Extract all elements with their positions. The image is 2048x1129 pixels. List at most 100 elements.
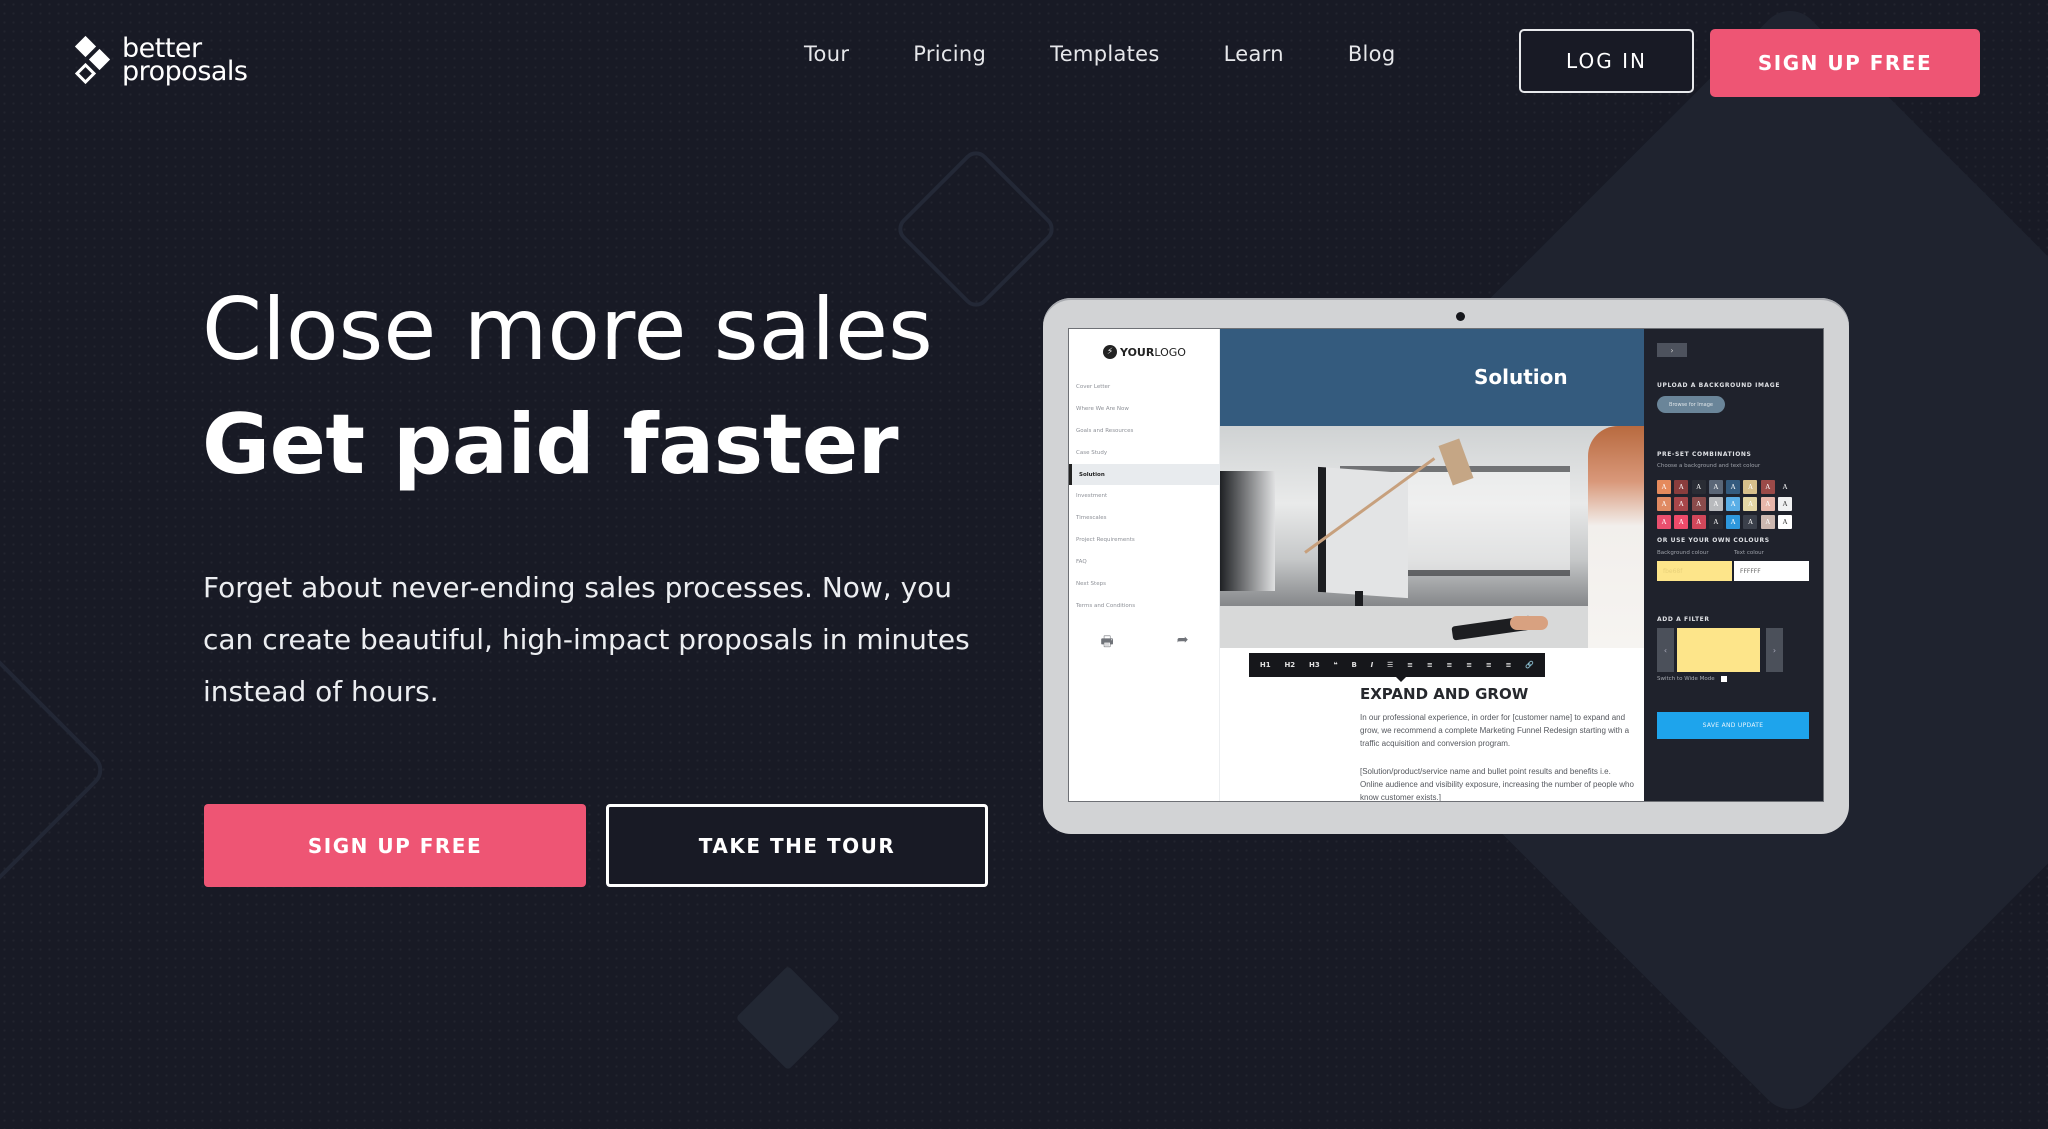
filter-preview[interactable] xyxy=(1677,628,1760,672)
brand-name: better proposals xyxy=(122,35,248,87)
nav-learn[interactable]: Learn xyxy=(1224,42,1284,66)
toolbar-align-right-icon[interactable]: ≡ xyxy=(1447,661,1453,669)
browse-image-button[interactable]: Browse for Image xyxy=(1657,396,1725,413)
preview-logo-light: LOGO xyxy=(1154,345,1186,359)
print-icon[interactable]: 🖶 xyxy=(1101,631,1114,655)
colour-swatch[interactable]: A xyxy=(1726,514,1741,529)
doc-line: [Solution/product/service name and bulle… xyxy=(1360,767,1611,776)
doc-paragraph-1: In our professional experience, in order… xyxy=(1360,711,1644,750)
brand-name-line2: proposals xyxy=(122,56,248,87)
preset-heading: PRE-SET COMBINATIONS xyxy=(1657,451,1752,458)
toolbar-h2-icon[interactable]: H2 xyxy=(1284,661,1295,669)
logo-mark-icon xyxy=(74,34,114,86)
colour-swatch[interactable]: A xyxy=(1743,514,1758,529)
nav-tour[interactable]: Tour xyxy=(804,42,849,66)
wide-mode-toggle[interactable]: Switch to Wide Mode xyxy=(1657,676,1727,682)
preview-section-item[interactable]: FAQ xyxy=(1069,551,1220,573)
colour-swatch[interactable]: A xyxy=(1726,480,1741,494)
preview-sidebar-actions: 🖶 ➦ xyxy=(1069,631,1220,655)
preview-section-item[interactable]: Where We Are Now xyxy=(1069,398,1220,420)
colour-swatch[interactable]: A xyxy=(1743,480,1758,494)
brand-logo[interactable]: better proposals xyxy=(74,34,248,86)
doc-paragraph-2: [Solution/product/service name and bulle… xyxy=(1360,765,1644,801)
colour-swatch[interactable]: A xyxy=(1674,514,1689,529)
doc-line: In our professional experience, in order… xyxy=(1360,713,1626,722)
colour-swatch[interactable]: A xyxy=(1691,497,1706,512)
signup-button-header[interactable]: SIGN UP FREE xyxy=(1710,29,1980,97)
wide-mode-label: Switch to Wide Mode xyxy=(1657,676,1715,682)
colour-swatch[interactable]: A xyxy=(1778,497,1793,512)
preview-section-item[interactable]: Terms and Conditions xyxy=(1069,595,1220,617)
headline-line1: Close more sales xyxy=(202,280,933,380)
preview-section-item[interactable]: Cover Letter xyxy=(1069,376,1220,398)
take-tour-button[interactable]: TAKE THE TOUR xyxy=(606,804,988,887)
doc-line: know customer exists.] xyxy=(1360,793,1441,801)
toolbar-bold-icon[interactable]: B xyxy=(1351,661,1356,669)
colour-swatch[interactable]: A xyxy=(1726,497,1741,512)
nav-blog[interactable]: Blog xyxy=(1348,42,1396,66)
colour-swatch[interactable]: A xyxy=(1778,480,1793,494)
share-icon[interactable]: ➦ xyxy=(1177,631,1189,655)
filter-next-button[interactable]: › xyxy=(1766,628,1783,672)
toolbar-outdent-icon[interactable]: ≡ xyxy=(1506,661,1512,669)
colour-swatch[interactable]: A xyxy=(1778,514,1793,529)
colour-swatch[interactable]: A xyxy=(1760,480,1775,494)
toolbar-link-icon[interactable]: 🔗 xyxy=(1525,661,1534,669)
preview-section-item[interactable]: Solution xyxy=(1069,463,1220,486)
filter-prev-button[interactable]: ‹ xyxy=(1657,628,1674,672)
section-title: Solution xyxy=(1474,365,1568,389)
preview-section-item[interactable]: Timescales xyxy=(1069,507,1220,529)
doc-line: grow, we recommend a complete Marketing … xyxy=(1360,726,1630,735)
colour-swatch[interactable]: A xyxy=(1657,514,1671,529)
preview-section-item[interactable]: Goals and Resources xyxy=(1069,420,1220,442)
preview-section-item[interactable]: Investment xyxy=(1069,485,1220,507)
save-and-update-button[interactable]: SAVE AND UPDATE xyxy=(1657,712,1809,739)
login-button[interactable]: LOG IN xyxy=(1519,29,1694,93)
panel-collapse-button[interactable]: › xyxy=(1657,343,1687,357)
colour-swatch[interactable]: A xyxy=(1691,480,1706,494)
preview-section-item[interactable]: Project Requirements xyxy=(1069,529,1220,551)
colour-swatch[interactable]: A xyxy=(1674,480,1689,494)
toolbar-justify-icon[interactable]: ≡ xyxy=(1466,661,1472,669)
preview-section-item[interactable]: Case Study xyxy=(1069,442,1220,464)
background-diamond-left xyxy=(0,600,110,940)
toolbar-list-icon[interactable]: ☰ xyxy=(1387,661,1393,669)
filter-heading: ADD A FILTER xyxy=(1657,616,1710,623)
preview-logo-bold: YOUR xyxy=(1120,345,1155,359)
tablet-camera xyxy=(1456,312,1465,321)
colour-swatch[interactable]: A xyxy=(1708,480,1723,494)
preset-subtext: Choose a background and text colour xyxy=(1657,463,1761,469)
toolbar-h1-icon[interactable]: H1 xyxy=(1260,661,1271,669)
preview-section-item[interactable]: Next Steps xyxy=(1069,573,1220,595)
colour-swatch[interactable]: A xyxy=(1691,514,1706,529)
toolbar-caret xyxy=(1396,677,1406,682)
bg-colour-input[interactable]: fbe68f xyxy=(1657,561,1732,581)
nav-pricing[interactable]: Pricing xyxy=(913,42,986,66)
colour-swatch[interactable]: A xyxy=(1708,497,1723,512)
colour-swatch[interactable]: A xyxy=(1657,497,1671,512)
toolbar-align-center-icon[interactable]: ≡ xyxy=(1427,661,1433,669)
colour-swatch[interactable]: A xyxy=(1708,514,1723,529)
colour-swatch[interactable]: A xyxy=(1743,497,1758,512)
toolbar-align-left-icon[interactable]: ≡ xyxy=(1407,661,1413,669)
toolbar-quote-icon[interactable]: ❝ xyxy=(1334,661,1338,669)
wide-mode-checkbox[interactable] xyxy=(1720,676,1727,682)
text-format-toolbar: H1 H2 H3 ❝ B I ☰ ≡ ≡ ≡ ≡ ≡ ≡ 🔗 xyxy=(1249,653,1545,677)
preview-logo: ⚡ YOUR LOGO xyxy=(1103,345,1186,359)
toolbar-h3-icon[interactable]: H3 xyxy=(1309,661,1320,669)
colour-swatch[interactable]: A xyxy=(1674,497,1689,512)
main-nav: Tour Pricing Templates Learn Blog xyxy=(804,42,1395,66)
toolbar-indent-icon[interactable]: ≡ xyxy=(1486,661,1492,669)
nav-templates[interactable]: Templates xyxy=(1050,42,1159,66)
colour-swatch[interactable]: A xyxy=(1760,497,1775,512)
colour-swatch[interactable]: A xyxy=(1657,480,1671,494)
colour-swatch[interactable]: A xyxy=(1760,514,1775,529)
doc-line: Online audience and visibility exposure,… xyxy=(1360,780,1634,789)
text-colour-label: Text colour xyxy=(1734,550,1764,556)
signup-button-hero[interactable]: SIGN UP FREE xyxy=(204,804,586,887)
text-colour-input[interactable]: FFFFFF xyxy=(1734,561,1809,581)
doc-heading: EXPAND AND GROW xyxy=(1360,685,1529,703)
preview-sidebar: ⚡ YOUR LOGO Cover Letter Where We Are Now G… xyxy=(1069,329,1220,801)
toolbar-italic-icon[interactable]: I xyxy=(1371,661,1374,669)
office-photo xyxy=(1220,426,1644,648)
